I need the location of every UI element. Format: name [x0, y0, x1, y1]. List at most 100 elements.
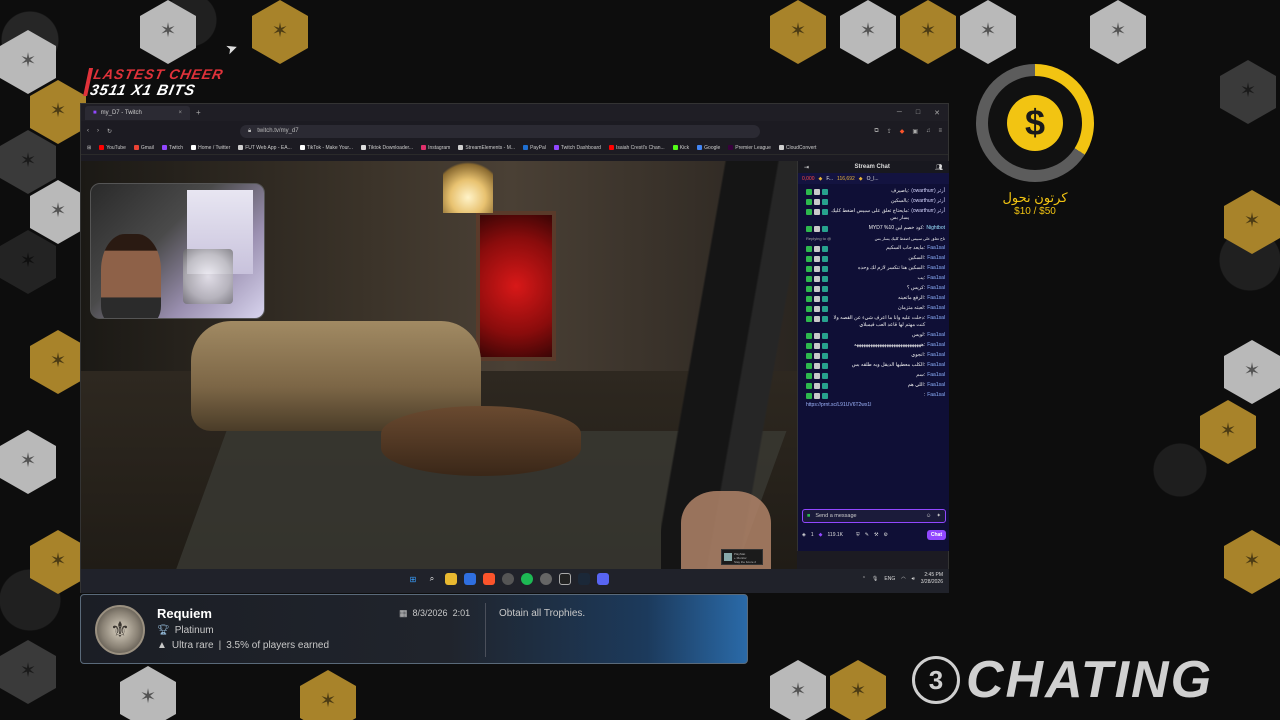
users-icon[interactable]: 👥︎: [935, 164, 943, 171]
chat-message: :بالسكين (owarthurr) أرثر: [806, 198, 945, 205]
new-tab-icon[interactable]: +: [196, 108, 201, 117]
taskbar-clock[interactable]: 2:45 PM 3/28/2026: [921, 572, 943, 586]
leaderboard-user: O_l...: [866, 175, 879, 182]
emote-picker-icon[interactable]: ☺: [926, 513, 932, 519]
brave-browser-icon[interactable]: [483, 573, 495, 585]
bookmark-item[interactable]: CloudConvert: [778, 145, 816, 151]
sidebar-icon[interactable]: ▣: [912, 128, 918, 135]
chat-footer: ◈ 1 ◆ 119.1K ⛨ ✎ ⚒ ⚙ Chat: [802, 529, 946, 541]
bookmark-item[interactable]: Kick: [672, 145, 689, 151]
search-icon[interactable]: ⌕: [426, 573, 438, 585]
chat-username[interactable]: Faa1sal: [927, 332, 945, 339]
bookmark-item[interactable]: Home / Twitter: [191, 145, 230, 151]
chat-badge-icon: [806, 198, 812, 205]
chat-message: :اللي هم Faa1sal: [806, 382, 945, 389]
apps-grid-icon[interactable]: ⊞: [87, 145, 91, 151]
share-icon[interactable]: ⇪: [887, 128, 892, 135]
volume-icon[interactable]: 🔊︎: [912, 576, 915, 582]
settings-app-icon[interactable]: [540, 573, 552, 585]
media-icon[interactable]: ♫: [926, 128, 931, 135]
hex-decoration: [0, 230, 56, 294]
chat-input[interactable]: ■ Send a message ☺ ✦: [802, 509, 946, 523]
chat-username[interactable]: Faa1sal: [927, 245, 945, 252]
back-icon[interactable]: ‹: [87, 128, 89, 134]
browser-tab[interactable]: ■ my_D7 - Twitch ×: [85, 105, 190, 120]
chat-badge-icon: [806, 188, 812, 195]
bookmark-item[interactable]: Twitch Dashboard: [553, 145, 601, 151]
hex-decoration: [1224, 340, 1280, 404]
hex-decoration: [0, 30, 56, 94]
reload-icon[interactable]: ↻: [107, 128, 112, 135]
chat-badge-icon: [806, 342, 812, 349]
bookmark-item[interactable]: Twitch: [161, 145, 183, 151]
extension-icon[interactable]: ✦: [936, 513, 941, 519]
chat-username[interactable]: (owarthurr) أرثر: [911, 208, 945, 215]
chat-message: :كود خصم لين 10% MYD7 Nightbot: [806, 225, 945, 232]
hex-decoration: [120, 666, 176, 720]
chat-username[interactable]: Faa1sal: [927, 352, 945, 359]
chat-username[interactable]: Faa1sal: [927, 275, 945, 282]
bookmark-item[interactable]: TikTok - Make Your...: [299, 145, 353, 151]
chat-send-button[interactable]: Chat: [926, 530, 946, 540]
chat-username[interactable]: Faa1sal: [927, 305, 945, 312]
goal-title: كرتون نحول: [1002, 190, 1068, 205]
chat-message: :يب Faa1sal: [806, 275, 945, 282]
bookmark-item[interactable]: FUT Web App - EA...: [238, 145, 292, 151]
language-indicator[interactable]: ENG: [884, 576, 895, 582]
collapse-chat-icon[interactable]: ⇥: [804, 164, 809, 171]
channel-points-icon[interactable]: ◈: [802, 532, 806, 538]
windows-start-icon[interactable]: ⊞: [407, 573, 419, 585]
browser-toolbar-icons: ⧉ ⇪ ◆ ▣ ♫ ≡: [874, 128, 942, 135]
minimize-icon[interactable]: ─: [897, 109, 902, 117]
shield-icon[interactable]: ⛨: [856, 532, 860, 538]
chat-username[interactable]: Faa1sal: [927, 382, 945, 389]
bookmark-item[interactable]: Instagram: [421, 145, 450, 151]
close-tab-icon[interactable]: ×: [178, 110, 182, 116]
bookmark-item[interactable]: YouTube: [99, 145, 126, 151]
chat-message-text: :يب: [917, 275, 926, 281]
store-icon[interactable]: [464, 573, 476, 585]
file-explorer-icon[interactable]: [445, 573, 457, 585]
forward-icon[interactable]: ›: [97, 128, 99, 134]
chat-username[interactable]: (owarthurr) أرثر: [911, 198, 945, 205]
chat-username[interactable]: Faa1sal: [927, 295, 945, 302]
chat-username[interactable]: Faa1sal: [927, 362, 945, 369]
bookmark-item[interactable]: Tiktok Downloader...: [360, 145, 413, 151]
tray-chevron-icon[interactable]: ⌃: [862, 576, 866, 582]
wifi-icon[interactable]: ◠: [901, 576, 905, 582]
extensions-icon[interactable]: ⧉: [874, 128, 878, 135]
bookmark-item[interactable]: PayPal: [523, 145, 546, 151]
chat-username[interactable]: (owarthurr) أرثر: [911, 188, 945, 195]
capcut-icon[interactable]: [559, 573, 571, 585]
chat-link[interactable]: https://prnt.sc/L91UV6T2wx1l: [806, 402, 871, 409]
close-window-icon[interactable]: ✕: [934, 109, 940, 117]
brave-shield-icon[interactable]: ◆: [900, 128, 905, 135]
bookmark-label: Gmail: [140, 144, 154, 151]
bookmark-item[interactable]: Isaiah Crestl's Chan...: [608, 145, 665, 151]
bookmark-item[interactable]: StreamElements - M...: [458, 145, 515, 151]
chat-username[interactable]: Faa1sal: [927, 255, 945, 262]
chat-message-text: :السكين: [908, 255, 926, 261]
chat-username[interactable]: Faa1sal: [927, 392, 945, 399]
chat-username[interactable]: Faa1sal: [927, 315, 945, 322]
chat-username[interactable]: Faa1sal: [927, 372, 945, 379]
mod-icon[interactable]: ⚒: [874, 532, 878, 538]
steam-icon[interactable]: [578, 573, 590, 585]
chat-badge-icon: [822, 382, 828, 389]
microphone-icon[interactable]: 🎙︎: [872, 576, 878, 582]
discord-icon[interactable]: [597, 573, 609, 585]
address-bar[interactable]: 🔒︎ twitch.tv/my_d7: [240, 124, 761, 138]
chat-username[interactable]: Faa1sal: [927, 265, 945, 272]
chat-username[interactable]: Nightbot: [926, 225, 945, 232]
bookmark-item[interactable]: Gmail: [133, 144, 154, 151]
chat-username[interactable]: Faa1sal: [927, 285, 945, 292]
chat-username[interactable]: Faa1sal: [927, 342, 945, 349]
menu-icon[interactable]: ≡: [938, 128, 942, 135]
settings-icon[interactable]: ⚙: [883, 532, 887, 538]
bookmark-item[interactable]: Google: [697, 145, 720, 151]
spotify-icon[interactable]: [521, 573, 533, 585]
maximize-icon[interactable]: □: [916, 109, 920, 117]
obs-icon[interactable]: [502, 573, 514, 585]
pen-icon[interactable]: ✎: [865, 532, 869, 538]
bookmark-item[interactable]: Premier League: [728, 145, 771, 151]
